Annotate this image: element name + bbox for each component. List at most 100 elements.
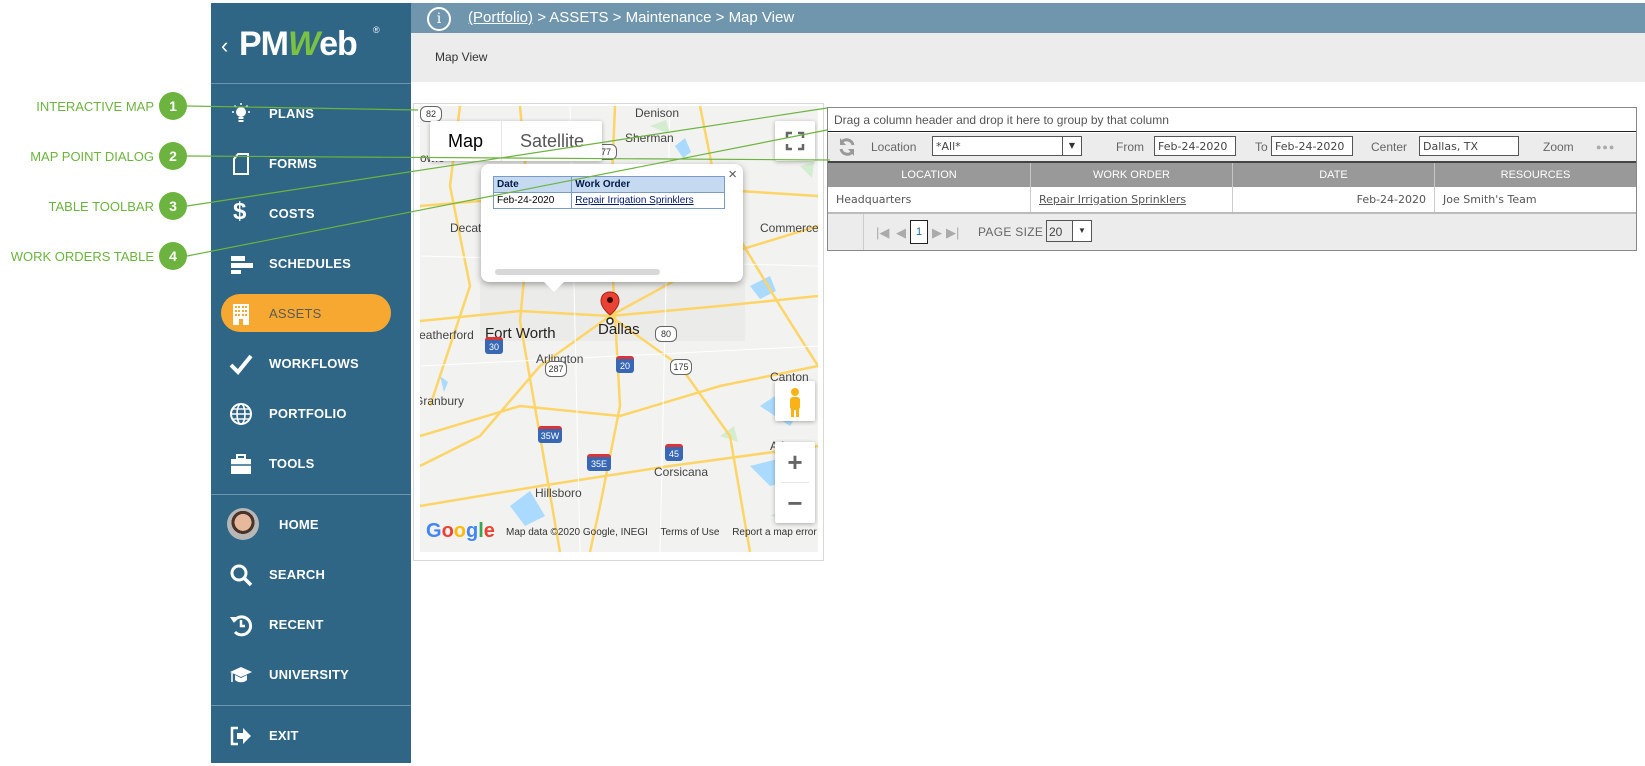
sidebar-divider xyxy=(211,83,411,84)
pmweb-logo[interactable]: ‹ PMWeb ® xyxy=(217,21,407,71)
from-date-input[interactable]: Feb-24-2020 xyxy=(1154,136,1236,156)
exit-icon xyxy=(230,726,251,746)
map-type-map-button[interactable]: Map xyxy=(430,121,503,161)
sidebar-item-home[interactable]: HOME xyxy=(221,505,391,543)
sidebar-item-label: PORTFOLIO xyxy=(269,406,347,421)
table-pager: |◀ ◀ 1 ▶ ▶| PAGE SIZE 20 ▼ xyxy=(828,214,1636,250)
chevron-down-icon[interactable]: ▼ xyxy=(1072,221,1091,241)
column-header-work-order[interactable]: WORK ORDER xyxy=(1031,163,1233,187)
sidebar-item-label: HOME xyxy=(279,517,319,532)
sidebar-item-label: ASSETS xyxy=(269,306,322,321)
sidebar-item-recent[interactable]: RECENT xyxy=(221,605,391,643)
popup-horizontal-scrollbar[interactable] xyxy=(495,269,660,275)
to-date-input[interactable]: Feb-24-2020 xyxy=(1271,136,1353,156)
breadcrumb-link-portfolio[interactable]: (Portfolio) xyxy=(468,9,533,26)
callout-label-table-toolbar: TABLE TOOLBAR xyxy=(48,199,155,214)
table-toolbar: Location *All* ▼ From Feb-24-2020 To Feb… xyxy=(828,133,1636,163)
map-attribution: Map data ©2020 Google, INEGI Terms of Us… xyxy=(506,527,818,538)
sidebar-item-label: SEARCH xyxy=(269,567,326,582)
popup-work-order-table: Date Work Order Feb-24-2020 Repair Irrig… xyxy=(492,176,725,209)
location-dropdown[interactable]: *All* ▼ xyxy=(932,136,1082,156)
sidebar-item-label: UNIVERSITY xyxy=(269,667,350,682)
zoom-control: + − xyxy=(775,442,815,523)
sidebar-item-forms[interactable]: FORMS xyxy=(221,144,391,182)
column-header-resources[interactable]: RESOURCES xyxy=(1435,163,1636,187)
map-marker-icon[interactable] xyxy=(600,291,620,325)
logo-text: PMWeb xyxy=(239,25,358,63)
sidebar-item-search[interactable]: SEARCH xyxy=(221,555,391,593)
pegman-icon xyxy=(790,388,800,417)
center-input[interactable]: Dallas, TX xyxy=(1419,136,1519,156)
first-page-icon[interactable]: |◀ xyxy=(876,225,889,241)
fullscreen-icon xyxy=(785,131,805,151)
exit-button[interactable]: EXIT xyxy=(221,716,391,754)
refresh-icon[interactable] xyxy=(837,137,857,157)
interactive-map[interactable]: Denison Sherman Bowie Decatur Commerce W… xyxy=(413,103,824,561)
sidebar-item-plans[interactable]: PLANS xyxy=(221,94,391,132)
map-place-sherman: Sherman xyxy=(625,131,674,145)
interstate-35w-shield: 35W xyxy=(538,426,562,443)
map-point-dialog: × Date Work Order Feb-24-2020 Repair Irr… xyxy=(481,164,743,282)
center-label: Center xyxy=(1371,140,1408,154)
popup-work-order-link[interactable]: Repair Irrigation Sprinklers xyxy=(575,195,693,206)
collapse-sidebar-chevron-icon[interactable]: ‹ xyxy=(221,33,228,59)
report-map-error-link[interactable]: Report a map error xyxy=(732,527,816,538)
table-row[interactable]: Headquarters Repair Irrigation Sprinkler… xyxy=(828,187,1636,214)
breadcrumb-path: > ASSETS > Maintenance > Map View xyxy=(533,9,795,26)
map-type-control: Map Satellite xyxy=(430,121,603,161)
cell-location: Headquarters xyxy=(828,187,1031,212)
sidebar-item-label: WORKFLOWS xyxy=(269,356,359,371)
sidebar-item-label: SCHEDULES xyxy=(269,256,351,271)
map-type-satellite-button[interactable]: Satellite xyxy=(502,121,602,161)
us-82-shield: 82 xyxy=(420,106,442,122)
interstate-45-shield: 45 xyxy=(665,444,683,461)
chevron-down-icon[interactable]: ▼ xyxy=(1062,137,1081,155)
sidebar-item-workflows[interactable]: WORKFLOWS xyxy=(221,344,391,382)
sidebar-item-costs[interactable]: $ COSTS xyxy=(221,194,391,232)
street-view-pegman-button[interactable] xyxy=(775,381,815,421)
interstate-35e-shield: 35E xyxy=(587,454,611,471)
google-logo: Google xyxy=(426,520,495,542)
more-options-icon[interactable]: ●●● xyxy=(1596,142,1615,152)
location-value: *All* xyxy=(936,140,961,153)
info-icon[interactable]: i xyxy=(427,7,451,31)
sidebar-item-tools[interactable]: TOOLS xyxy=(221,444,391,482)
map-data-credit: Map data ©2020 Google, INEGI xyxy=(506,527,648,538)
close-icon[interactable]: × xyxy=(728,166,737,183)
cell-work-order-link[interactable]: Repair Irrigation Sprinklers xyxy=(1039,193,1186,206)
document-icon xyxy=(233,153,249,175)
map-place-weatherford: Weatherford xyxy=(420,328,474,342)
fullscreen-button[interactable] xyxy=(775,121,815,161)
sidebar-divider xyxy=(211,494,411,495)
callout-number-1: 1 xyxy=(159,92,187,120)
sidebar-item-label: FORMS xyxy=(269,156,317,171)
graduation-cap-icon xyxy=(230,667,252,683)
popup-column-date: Date xyxy=(492,176,573,193)
column-header-date[interactable]: DATE xyxy=(1233,163,1435,187)
sidebar-item-assets[interactable]: ASSETS xyxy=(221,294,391,332)
breadcrumb: (Portfolio) > ASSETS > Maintenance > Map… xyxy=(468,9,794,26)
map-place-denison: Denison xyxy=(635,106,680,120)
callout-label-interactive-map: INTERACTIVE MAP xyxy=(36,99,154,114)
registered-mark: ® xyxy=(373,25,380,35)
us-80-shield: 80 xyxy=(655,326,677,342)
column-header-location[interactable]: LOCATION xyxy=(828,163,1031,187)
sidebar-item-schedules[interactable]: SCHEDULES xyxy=(221,244,391,282)
sidebar: ‹ PMWeb ® PLANS FORMS $ COSTS SCHEDULES … xyxy=(211,3,411,763)
sidebar-item-portfolio[interactable]: PORTFOLIO xyxy=(221,394,391,432)
page-size-value: 20 xyxy=(1049,225,1063,239)
next-page-icon[interactable]: ▶ xyxy=(932,225,942,241)
building-icon xyxy=(233,304,249,325)
callout-label-work-orders-table: WORK ORDERS TABLE xyxy=(10,249,154,264)
page-size-dropdown[interactable]: 20 ▼ xyxy=(1046,220,1092,242)
terms-of-use-link[interactable]: Terms of Use xyxy=(661,527,720,538)
zoom-label: Zoom xyxy=(1543,140,1574,154)
sidebar-item-university[interactable]: UNIVERSITY xyxy=(221,655,391,693)
last-page-icon[interactable]: ▶| xyxy=(946,225,959,241)
group-by-drop-area[interactable]: Drag a column header and drop it here to… xyxy=(828,108,1636,132)
map-canvas[interactable]: Denison Sherman Bowie Decatur Commerce W… xyxy=(420,106,818,552)
zoom-out-button[interactable]: − xyxy=(775,483,815,523)
previous-page-icon[interactable]: ◀ xyxy=(896,225,906,241)
zoom-in-button[interactable]: + xyxy=(775,442,815,482)
current-page-input[interactable]: 1 xyxy=(910,220,928,244)
